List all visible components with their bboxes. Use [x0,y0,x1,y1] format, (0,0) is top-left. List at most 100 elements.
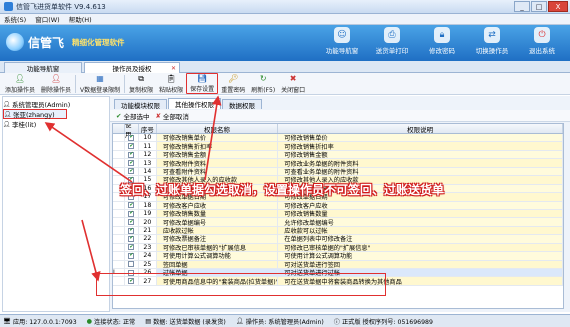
table-row[interactable]: ✔ 11 可修改销售折扣率 可修改销售折扣率 [113,142,563,151]
row-indicator [113,201,125,209]
row-no-cell: 10 [139,134,157,142]
row-use-checkbox[interactable]: ✔ [128,244,135,251]
paste-perm-icon: 📋︎ [166,74,177,83]
row-use-checkbox[interactable] [128,261,135,268]
row-desc-cell: 可修改销售数量 [278,209,563,218]
minimize-button[interactable]: _ [514,1,530,12]
close-window-button[interactable]: ✖ 关闭窗口 [278,73,308,94]
nav-exit[interactable]: ⏻ 退出系统 [520,27,564,55]
computer-icon: 🖥︎ [3,318,11,325]
row-use-checkbox[interactable]: ✔ [128,252,135,259]
cancel-all-button[interactable]: ✘ 全部取消 [155,111,188,121]
menu-help[interactable]: 帮助(H) [69,14,92,24]
table-row[interactable]: ✔ 22 可修改票据备注 在单据列表中可修改备注 [113,235,563,244]
tree-node-zhangy[interactable]: 👤︎ 张亚(zhangy) [3,109,67,119]
delete-user-icon: 👤︎ [50,74,62,83]
row-use-cell[interactable]: ✔ [125,142,139,150]
row-use-checkbox[interactable]: ✔ [128,151,135,158]
reset-password-button[interactable]: 🔑︎ 重置密码 [218,73,248,94]
table-row[interactable]: ✔ 13 可修改附件资料 可修改业务单据的附件资料 [113,159,563,168]
row-use-cell[interactable]: ✔ [125,134,139,142]
row-use-cell[interactable]: ✔ [125,167,139,176]
brand-name: 信管飞 [28,35,65,50]
delete-operator-button[interactable]: 👤︎ 删除操作员 [38,73,74,94]
select-all-button[interactable]: ✔ 全部选中 [116,111,149,121]
tab-module-permissions[interactable]: 功能模块权限 [114,99,167,110]
row-use-cell[interactable]: ✔ [125,226,139,235]
close-tab-icon[interactable]: ✕ [171,65,176,72]
tab-data-permissions[interactable]: 数据权限 [222,99,262,110]
row-name-cell: 可修改销售数量 [156,209,279,218]
table-row[interactable]: ✔ 18 可修改客户应收 可修改客户应收 [113,201,563,210]
header-no[interactable]: 序号 [139,124,157,134]
row-indicator [113,209,125,218]
row-use-cell[interactable]: ✔ [125,201,139,209]
nav-function-navigator[interactable]: ☺ 功能导航窗 [320,27,364,55]
row-use-cell[interactable]: ✔ [125,243,139,252]
uncheck-icon: ✘ [155,111,161,120]
maximize-button[interactable]: □ [531,1,547,12]
row-use-cell[interactable] [125,260,139,268]
table-row[interactable]: ✔ 12 可修改销售金额 可修改销售金额 [113,150,563,160]
brand-slogan: 精细化管理软件 [72,37,125,47]
add-operator-button[interactable]: 👤︎ 添加操作员 [2,73,38,94]
copy-permissions-button[interactable]: ⧉ 复制权限 [126,73,156,94]
nav-print-delivery[interactable]: ⎙ 送货单打印 [370,27,414,55]
row-use-cell[interactable]: ✔ [125,159,139,167]
row-use-checkbox[interactable]: ✔ [128,219,135,226]
row-use-checkbox[interactable]: ✔ [128,202,135,209]
row-no-cell: 19 [139,209,157,218]
close-button[interactable]: X [548,1,568,12]
data-login-limit-button[interactable]: ▦ V数据登录限制 [77,73,123,94]
tab-operator-auth[interactable]: 操作员及授权 ✕ [84,62,180,73]
header-name[interactable]: 权限名称 [157,124,279,134]
table-row[interactable]: 25 签回单据 可对送货单进行签回 [113,260,563,269]
tree-node-lit[interactable]: 👤︎ 李桂(lit) [3,119,109,130]
table-row[interactable]: ✔ 24 可使用计算公式调算功能 可使用计算公式调算功能 [113,252,563,261]
save-settings-button[interactable]: 💾︎ 保存设置 [186,73,219,94]
row-use-cell[interactable]: ✔ [125,218,139,226]
row-no-cell: 18 [139,201,157,209]
row-no-cell: 20 [139,218,157,226]
row-use-checkbox[interactable]: ✔ [128,168,135,175]
table-row[interactable]: ✔ 23 可修改已审核单据的"扩展信息 可修改已审核单据的"扩展信息" [113,243,563,253]
refresh-button[interactable]: ↻ 刷新(F5) [248,73,278,94]
row-use-checkbox[interactable]: ✔ [128,143,135,150]
row-use-cell[interactable]: ✔ [125,209,139,218]
row-use-checkbox[interactable]: ✔ [128,210,135,217]
row-use-cell[interactable]: ✔ [125,150,139,159]
db-icon: ▤ [145,317,152,325]
row-use-checkbox[interactable]: ✔ [128,134,135,141]
table-row[interactable]: ✔ 10 可修改销售单价 可修改销售单价 [113,134,563,143]
row-no-cell: 23 [139,243,157,252]
row-no-cell: 13 [139,159,157,167]
nav-switch-user[interactable]: ⇄ 切换操作员 [470,27,514,55]
header-use[interactable]: 使用 [125,124,139,139]
table-row[interactable]: ✔ 19 可修改销售数量 可修改销售数量 [113,209,563,219]
user-icon: 👤︎ [235,318,244,325]
menu-window[interactable]: 窗口(W) [35,14,60,24]
row-use-checkbox[interactable]: ✔ [128,235,135,242]
row-desc-cell: 可修改已审核单据的"扩展信息" [278,243,563,252]
row-use-checkbox[interactable]: ✔ [128,227,135,234]
paste-permissions-button[interactable]: 📋︎ 粘贴权限 [156,73,186,94]
lock-icon: 🔒︎ [434,27,450,43]
table-row[interactable]: ✔ 14 可查看附件资料 可查看业务单据的附件资料 [113,167,563,177]
row-name-cell: 应收款过帐 [156,226,279,235]
toolbar: 👤︎ 添加操作员 👤︎ 删除操作员 ▦ V数据登录限制 ⧉ 复制权限 📋︎ 粘贴权限 💾︎… [0,73,570,95]
header-desc[interactable]: 权限说明 [278,124,563,134]
row-name-cell: 可修改客户应收 [156,201,279,209]
nav-change-password[interactable]: 🔒︎ 修改密码 [420,27,464,55]
row-use-cell[interactable]: ✔ [125,235,139,243]
row-use-checkbox[interactable]: ✔ [128,160,135,167]
menu-system[interactable]: 系统(S) [4,14,26,24]
toolbar-divider [124,75,126,93]
tab-other-permissions[interactable]: 其他操作权限 [168,98,221,109]
save-icon: 💾︎ [197,74,208,83]
row-use-cell[interactable]: ✔ [125,252,139,260]
table-row[interactable]: ✔ 20 可修改单据编号 允许修改单据编号 [113,218,563,227]
row-indicator [113,243,125,252]
table-row[interactable]: ✔ 21 应收款过帐 应收款可以过帐 [113,226,563,236]
tree-node-admin[interactable]: 👤︎ 系统管理员(Admin) [3,99,109,110]
tab-function-navigator[interactable]: 功能导航窗 [4,62,82,73]
